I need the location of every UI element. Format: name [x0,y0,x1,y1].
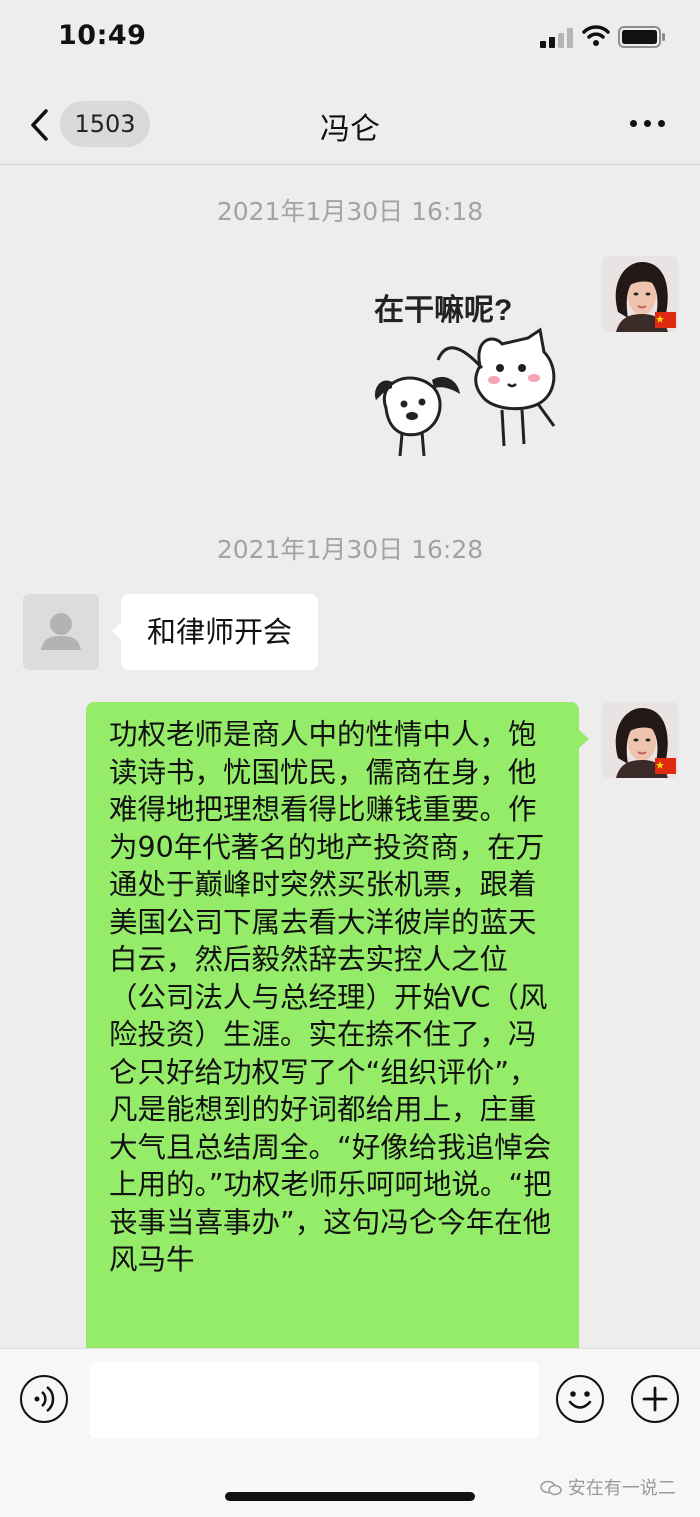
message-input[interactable] [89,1362,539,1438]
self-avatar[interactable] [602,256,678,332]
message-timestamp: 2021年1月30日 16:18 [216,197,484,226]
message-timestamp: 2021年1月30日 16:28 [216,535,484,564]
status-bar: 10:49 [0,0,700,76]
input-bar: 安在有一说二 [0,1348,700,1517]
battery-icon [618,26,665,48]
unread-count-badge[interactable]: 1503 [60,101,150,147]
sticker-message[interactable]: 在干嘛呢? [362,276,584,466]
emoji-icon[interactable] [556,1375,604,1423]
plus-icon[interactable] [631,1375,679,1423]
dog-cat-sticker-image: 在干嘛呢? [374,294,556,457]
message-text: 功权老师是商人中的性情中人，饱读诗书，忧国忧民，儒商在身，他难得地把理想看得比赚… [109,718,552,1276]
wifi-icon [582,25,610,46]
self-avatar[interactable] [602,702,678,778]
default-person-icon [41,613,81,650]
watermark-text: 安在有一说二 [567,1478,676,1499]
sticker-caption: 在干嘛呢? [374,294,512,327]
add-icon [642,1386,668,1412]
received-message-bubble[interactable]: 和律师开会 [111,594,319,670]
home-indicator[interactable] [225,1492,475,1501]
smiley-face-icon [568,1391,592,1409]
wechat-logo-icon [540,1480,562,1496]
more-dots-icon[interactable] [620,110,674,138]
voice-icon[interactable] [20,1375,68,1423]
status-time: 10:49 [58,20,147,51]
contact-avatar[interactable] [23,594,99,670]
sent-message-bubble[interactable]: 功权老师是商人中的性情中人，饱读诗书，忧国忧民，儒商在身，他难得地把理想看得比赚… [86,702,589,1362]
portrait-avatar-image [602,702,678,778]
chat-header: 1503 冯仑 [0,80,700,165]
portrait-avatar-image [602,256,678,332]
message-text: 和律师开会 [147,615,293,649]
cellular-signal-icon [540,28,573,48]
back-chevron-icon[interactable] [28,108,52,142]
watermark: 安在有一说二 [540,1474,676,1500]
voice-waves-icon [34,1386,55,1412]
